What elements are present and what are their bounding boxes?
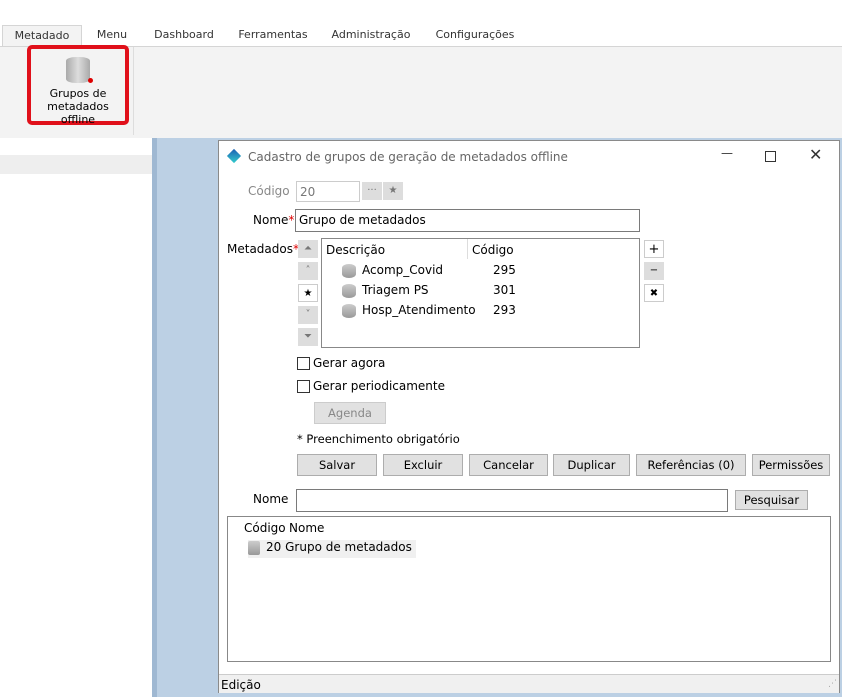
tab-ferramentas[interactable]: Ferramentas <box>232 25 314 47</box>
row-code: 301 <box>493 283 516 297</box>
resize-grip-icon[interactable]: ⋰ <box>828 679 837 689</box>
database-stack-icon <box>66 57 93 83</box>
app-logo-icon <box>226 148 242 164</box>
result-row[interactable]: 20 Grupo de metadados <box>248 540 416 558</box>
grid-row[interactable]: Hosp_Atendimento 293 <box>342 303 542 318</box>
dialog-title: Cadastro de grupos de geração de metadad… <box>248 150 568 164</box>
cancelar-button[interactable]: Cancelar <box>469 454 548 476</box>
column-header-descricao[interactable]: Descrição <box>326 243 385 257</box>
move-bottom-button[interactable]: ⏷ <box>298 328 318 346</box>
move-top-button[interactable]: ⏶ <box>298 240 318 258</box>
gerar-periodicamente-checkbox[interactable] <box>297 380 310 393</box>
nome-field[interactable]: Grupo de metadados <box>295 209 640 232</box>
remove-button[interactable]: − <box>644 262 664 280</box>
excluir-button[interactable]: Excluir <box>383 454 463 476</box>
codigo-label: Código <box>248 184 290 198</box>
codigo-field[interactable]: 20 <box>296 181 360 202</box>
maximize-button[interactable] <box>765 151 776 162</box>
row-desc: Hosp_Atendimento <box>362 303 476 317</box>
search-nome-input[interactable] <box>296 489 728 512</box>
dialog-window: Cadastro de grupos de geração de metadad… <box>218 140 840 693</box>
move-up-button[interactable]: ˄ <box>298 262 318 280</box>
tab-administracao[interactable]: Administração <box>324 25 418 47</box>
button-label: metadados offline <box>47 100 109 126</box>
delete-button[interactable]: ✖ <box>644 284 664 302</box>
ribbon: Grupos de metadados offline <box>0 45 842 138</box>
row-code: 295 <box>493 263 516 277</box>
close-button[interactable]: ✕ <box>809 145 822 164</box>
required-note: * Preenchimento obrigatório <box>297 432 460 446</box>
column-divider <box>467 239 468 259</box>
status-text: Edição <box>221 678 261 692</box>
permissoes-button[interactable]: Permissões <box>752 454 830 476</box>
results-list[interactable]: Código Nome 20 Grupo de metadados <box>227 516 831 662</box>
row-desc: Acomp_Covid <box>362 263 444 277</box>
pesquisar-button[interactable]: Pesquisar <box>735 490 808 510</box>
minimize-button[interactable]: — <box>719 146 735 162</box>
divider <box>133 47 134 135</box>
tab-configuracoes[interactable]: Configurações <box>428 25 522 47</box>
tab-metadado[interactable]: Metadado <box>2 25 82 47</box>
metadados-label: Metadados* <box>227 242 299 256</box>
grid-row[interactable]: Triagem PS 301 <box>342 283 542 298</box>
search-nome-label: Nome <box>253 492 289 506</box>
left-panel-header <box>0 155 152 174</box>
metadata-group-icon <box>248 540 260 555</box>
new-star-button[interactable]: ★ <box>383 182 403 200</box>
result-name: Grupo de metadados <box>285 540 412 554</box>
row-code: 293 <box>493 303 516 317</box>
metadados-grid[interactable]: Descrição Código Acomp_Covid 295 Triagem … <box>321 238 640 348</box>
column-header-codigo[interactable]: Código <box>244 521 286 535</box>
star-button[interactable]: ★ <box>298 284 318 302</box>
gerar-agora-checkbox[interactable] <box>297 357 310 370</box>
result-code: 20 <box>266 540 282 554</box>
grid-row[interactable]: Acomp_Covid 295 <box>342 263 542 278</box>
agenda-button[interactable]: Agenda <box>314 402 386 424</box>
duplicar-button[interactable]: Duplicar <box>553 454 630 476</box>
database-icon <box>342 303 356 318</box>
add-button[interactable]: + <box>644 240 664 258</box>
salvar-button[interactable]: Salvar <box>297 454 377 476</box>
gerar-periodicamente-label: Gerar periodicamente <box>313 379 445 393</box>
move-down-button[interactable]: ˅ <box>298 306 318 324</box>
grupos-metadados-offline-button[interactable]: Grupos de metadados offline <box>27 45 129 126</box>
row-desc: Triagem PS <box>362 283 429 297</box>
tab-dashboard[interactable]: Dashboard <box>146 25 222 47</box>
database-icon <box>342 263 356 278</box>
button-label: Grupos de <box>49 87 107 100</box>
gerar-agora-label: Gerar agora <box>313 356 386 370</box>
nome-label: Nome* <box>253 213 295 227</box>
database-icon <box>342 283 356 298</box>
column-header-nome[interactable]: Nome <box>289 521 324 535</box>
tab-menu[interactable]: Menu <box>86 25 138 47</box>
lookup-button[interactable]: ··· <box>362 182 382 200</box>
status-bar: Edição ⋰ <box>219 674 839 693</box>
column-header-codigo[interactable]: Código <box>472 243 514 257</box>
referencias-button[interactable]: Referências (0) <box>636 454 746 476</box>
